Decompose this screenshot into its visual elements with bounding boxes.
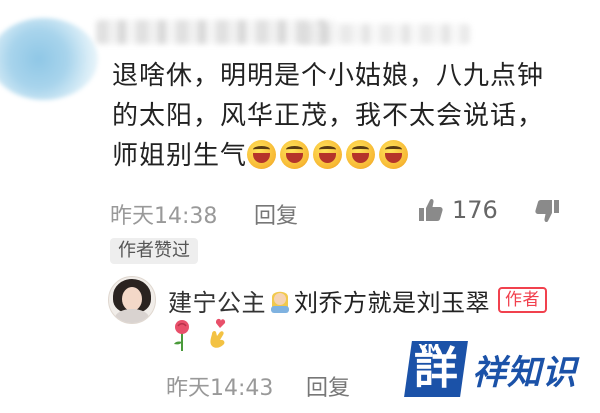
- reply-author-name[interactable]: 建宁公主: [168, 283, 266, 318]
- laughing-emoji-icon: [346, 140, 376, 169]
- like-button[interactable]: 176: [418, 196, 498, 224]
- thumb-down-icon[interactable]: [534, 198, 560, 224]
- author-reply: 建宁公主 刘乔方就是刘玉翠 作者: [108, 276, 547, 324]
- woman-emoji-icon: [271, 291, 289, 313]
- reply-message: 刘乔方就是刘玉翠: [294, 288, 490, 317]
- watermark-logo: YM 詳 祥知识: [404, 334, 594, 404]
- comment-reply-button[interactable]: 回复: [254, 198, 298, 230]
- laughing-emoji-icon: [247, 140, 277, 169]
- finger-heart-icon: [210, 318, 226, 348]
- commenter-avatar-blurred[interactable]: [0, 18, 98, 100]
- reply-reply-button[interactable]: 回复: [306, 370, 350, 402]
- reply-content: 建宁公主 刘乔方就是刘玉翠 作者: [168, 283, 547, 318]
- laughing-emoji-icon: [313, 140, 343, 169]
- comment-body: 退啥休，明明是个小姑娘，八九点钟 的太阳，风华正茂，我不太会说话， 师姐别生气: [112, 56, 572, 176]
- comment-line: 退啥休，明明是个小姑娘，八九点钟: [112, 61, 545, 91]
- comment-timestamp: 昨天14:38: [110, 204, 218, 229]
- reply-avatar[interactable]: [108, 276, 156, 324]
- author-tag-badge: 作者: [498, 287, 547, 313]
- comment-line: 的太阳，风华正茂，我不太会说话，: [112, 101, 545, 131]
- commenter-meta-blurred: [300, 24, 470, 44]
- laughing-emoji-icon: [280, 140, 310, 169]
- logo-text: 祥知识: [472, 352, 577, 393]
- author-liked-badge: 作者赞过: [110, 238, 198, 264]
- laughing-emoji-icon: [379, 140, 409, 169]
- comment-line: 师姐别生气: [112, 136, 572, 176]
- thumb-up-icon: [419, 198, 443, 221]
- reply-timestamp: 昨天14:43: [166, 376, 274, 401]
- reply-stickers: [170, 318, 230, 352]
- like-count: 176: [452, 196, 498, 224]
- rose-icon: [174, 320, 189, 351]
- logo-mark: YM 詳: [404, 341, 468, 397]
